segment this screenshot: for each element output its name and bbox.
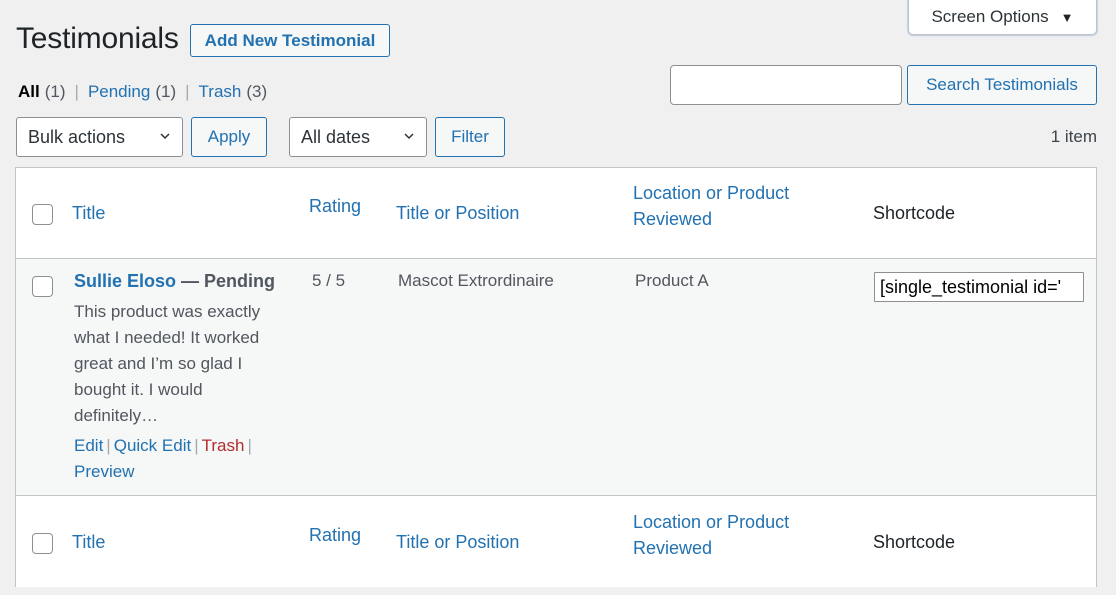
location-value: Product A bbox=[635, 271, 709, 290]
table-header: Title Rating Title or Position Location … bbox=[16, 168, 1096, 259]
add-new-testimonial-button[interactable]: Add New Testimonial bbox=[190, 24, 390, 57]
column-location-line2: Reviewed bbox=[633, 538, 713, 558]
bulk-actions-select[interactable]: Bulk actions bbox=[16, 117, 183, 157]
column-title-or-position-footer[interactable]: Title or Position bbox=[396, 529, 519, 555]
view-trash-count: (3) bbox=[246, 82, 268, 101]
bulk-actions-value: Bulk actions bbox=[28, 126, 126, 147]
chevron-down-icon bbox=[404, 133, 414, 140]
separator: | bbox=[247, 436, 252, 455]
column-title[interactable]: Title bbox=[72, 200, 105, 226]
column-shortcode: Shortcode bbox=[873, 203, 956, 223]
edit-link[interactable]: Edit bbox=[74, 436, 103, 455]
preview-link[interactable]: Preview bbox=[74, 462, 134, 481]
date-filter-select[interactable]: All dates bbox=[289, 117, 427, 157]
view-pending-count: (1) bbox=[155, 82, 177, 101]
testimonial-excerpt: This product was exactly what I needed! … bbox=[74, 302, 261, 425]
column-rating-footer[interactable]: Rating bbox=[309, 522, 361, 548]
separator: | bbox=[185, 82, 190, 101]
screen-options-button[interactable]: Screen Options ▼ bbox=[908, 0, 1097, 35]
testimonial-title-link[interactable]: Sullie Eloso bbox=[74, 271, 176, 291]
separator: | bbox=[74, 82, 79, 101]
items-count: 1 item bbox=[1050, 127, 1097, 146]
row-actions: Edit | Quick Edit | Trash | Preview bbox=[74, 433, 289, 485]
column-location-line1: Location or Product bbox=[633, 183, 790, 203]
testimonials-admin-page: Screen Options ▼ Testimonials Add New Te… bbox=[0, 0, 1116, 595]
position-value: Mascot Extrordinaire bbox=[398, 271, 554, 290]
page-title: Testimonials bbox=[16, 22, 179, 55]
post-state: — Pending bbox=[176, 271, 276, 291]
column-title-footer[interactable]: Title bbox=[72, 529, 105, 555]
date-filter-value: All dates bbox=[301, 126, 371, 147]
row-checkbox[interactable] bbox=[32, 276, 53, 297]
view-trash-link[interactable]: Trash bbox=[199, 82, 242, 102]
apply-button[interactable]: Apply bbox=[191, 117, 267, 157]
view-all-link[interactable]: All bbox=[18, 82, 40, 102]
select-all-checkbox-footer[interactable] bbox=[32, 533, 53, 554]
filter-button[interactable]: Filter bbox=[435, 117, 505, 157]
separator: | bbox=[194, 436, 199, 455]
rating-value: 5 / 5 bbox=[312, 271, 346, 290]
table-row: Sullie Eloso — Pending This product was … bbox=[16, 259, 1096, 495]
column-location-line1: Location or Product bbox=[633, 512, 790, 532]
column-shortcode-footer: Shortcode bbox=[873, 532, 956, 552]
column-rating[interactable]: Rating bbox=[309, 193, 361, 219]
separator: | bbox=[106, 436, 111, 455]
chevron-down-icon bbox=[160, 133, 170, 140]
triangle-down-icon: ▼ bbox=[1060, 9, 1074, 25]
quick-edit-link[interactable]: Quick Edit bbox=[114, 436, 191, 455]
shortcode-field[interactable]: [single_testimonial id=' bbox=[874, 272, 1084, 302]
testimonials-table: Title Rating Title or Position Location … bbox=[15, 167, 1097, 587]
select-all-checkbox[interactable] bbox=[32, 204, 53, 225]
screen-options-label: Screen Options bbox=[931, 7, 1049, 26]
trash-link[interactable]: Trash bbox=[202, 436, 245, 455]
search-testimonials-button[interactable]: Search Testimonials bbox=[907, 65, 1097, 105]
search-input[interactable] bbox=[670, 65, 902, 105]
column-location[interactable]: Location or Product Reviewed bbox=[633, 180, 833, 232]
view-pending-link[interactable]: Pending bbox=[88, 82, 150, 102]
column-title-or-position[interactable]: Title or Position bbox=[396, 200, 519, 226]
view-all-count: (1) bbox=[44, 82, 66, 101]
table-footer: Title Rating Title or Position Location … bbox=[16, 495, 1096, 587]
status-filter-links: All (1) | Pending (1) | Trash (3) bbox=[18, 82, 267, 102]
row-title: Sullie Eloso — Pending bbox=[74, 271, 275, 292]
column-location-line2: Reviewed bbox=[633, 209, 713, 229]
column-location-footer[interactable]: Location or Product Reviewed bbox=[633, 509, 833, 561]
